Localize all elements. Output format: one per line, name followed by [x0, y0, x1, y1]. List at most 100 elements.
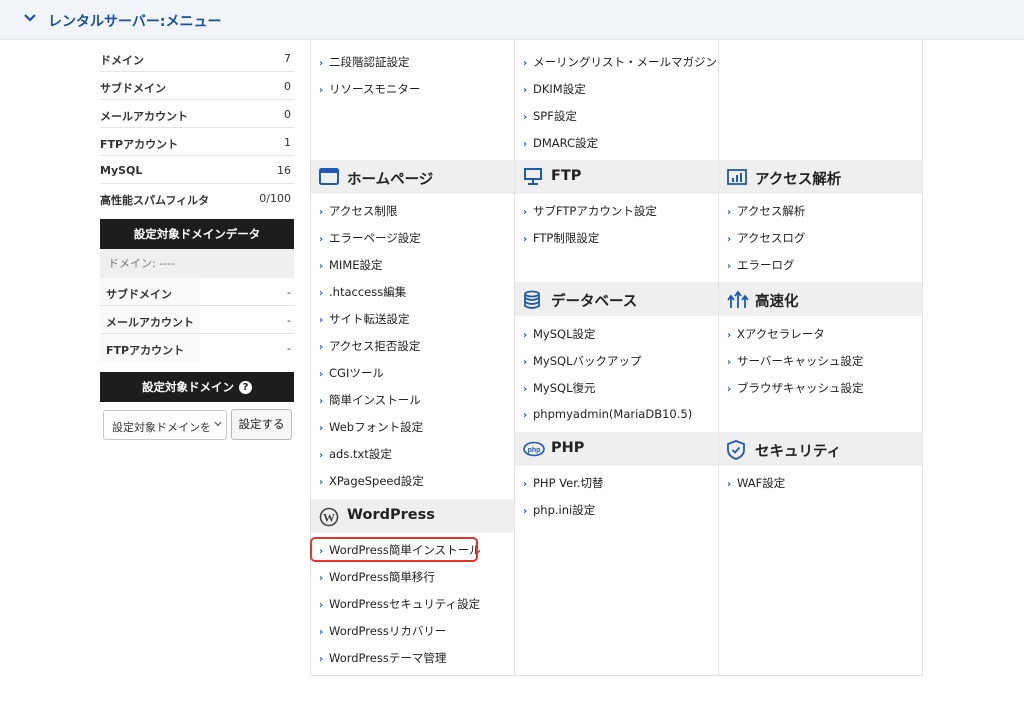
- chevron-down-icon: [24, 14, 36, 22]
- menu-link[interactable]: › MySQLバックアップ: [523, 353, 642, 369]
- stat-value: 0: [284, 80, 291, 93]
- menu-link[interactable]: › サイト転送設定: [319, 311, 410, 327]
- menu-header[interactable]: レンタルサーバー:メニュー: [0, 0, 1024, 40]
- stat-label: サブドメイン: [100, 82, 166, 95]
- menu-link[interactable]: › Webフォント設定: [319, 419, 423, 435]
- stat-label: ドメイン: [100, 54, 144, 67]
- menu-link[interactable]: › ブラウザキャッシュ設定: [727, 380, 864, 396]
- section-title: 高速化: [755, 294, 799, 310]
- menu-link[interactable]: › WordPressリカバリー: [319, 623, 446, 639]
- window-icon: [319, 168, 339, 185]
- stat-row: FTPアカウント 1: [100, 128, 294, 156]
- stat-value: 16: [277, 164, 291, 177]
- menu-link[interactable]: › FTP制限設定: [523, 230, 599, 246]
- php-icon: php: [523, 441, 545, 457]
- target-domain-heading: 設定対象ドメイン?: [100, 372, 294, 402]
- menu-link[interactable]: › DMARC設定: [523, 135, 598, 151]
- menu-link[interactable]: › アクセス拒否設定: [319, 338, 420, 354]
- database-icon: [524, 290, 540, 309]
- stat-value: 1: [284, 136, 291, 149]
- section-security: セキュリティ: [719, 432, 922, 466]
- set-domain-button[interactable]: 設定する: [231, 409, 292, 440]
- stat-row: MySQL 16: [100, 156, 294, 184]
- section-wordpress: W WordPress: [311, 499, 514, 533]
- menu-link[interactable]: › MySQL復元: [523, 380, 596, 396]
- help-icon[interactable]: ?: [239, 381, 252, 394]
- stat-label: 高性能スパムフィルタ: [100, 194, 210, 207]
- menu-link[interactable]: › WordPressセキュリティ設定: [319, 596, 480, 612]
- stat-label: メールアカウント: [100, 110, 188, 123]
- menu-link[interactable]: › Xアクセラレータ: [727, 326, 825, 342]
- section-speed: 高速化: [719, 282, 922, 316]
- menu-link[interactable]: › 簡単インストール: [319, 392, 421, 408]
- menu-link-two-factor[interactable]: › 二段階認証設定: [319, 54, 410, 70]
- domain-data-value: -: [287, 314, 291, 327]
- section-title: PHP: [551, 440, 585, 456]
- menu-column-1: › 二段階認証設定 › リソースモニター ホームページ › アクセス制限 › エラーペー…: [311, 40, 515, 676]
- menu-link[interactable]: › WordPressテーマ管理: [319, 650, 446, 666]
- menu-title: レンタルサーバー:メニュー: [48, 14, 222, 30]
- section-title: セキュリティ: [755, 444, 842, 460]
- select-value: 設定対象ドメインを: [112, 421, 211, 434]
- stat-row: 高性能スパムフィルタ 0/100: [100, 184, 294, 212]
- domain-data-label: サブドメイン: [106, 288, 172, 301]
- menu-link[interactable]: › CGIツール: [319, 365, 384, 381]
- menu-link[interactable]: › メーリングリスト・メールマガジン: [523, 54, 717, 70]
- menu-link[interactable]: › MIME設定: [319, 257, 383, 273]
- section-ftp: FTP: [515, 160, 718, 194]
- stat-value: 0: [284, 108, 291, 121]
- menu-link-resource-monitor[interactable]: › リソースモニター: [319, 81, 420, 97]
- menu-link[interactable]: › XPageSpeed設定: [319, 473, 424, 489]
- stat-value: 0/100: [259, 192, 291, 205]
- bar-chart-icon: [727, 169, 747, 185]
- menu-link[interactable]: › php.ini設定: [523, 502, 595, 518]
- monitor-icon: [524, 168, 542, 185]
- section-title: ホームページ: [347, 172, 434, 188]
- menu-link[interactable]: › サブFTPアカウント設定: [523, 203, 657, 219]
- domain-data-label: FTPアカウント: [106, 344, 185, 357]
- stat-value: 7: [284, 52, 291, 65]
- menu-grid: › 二段階認証設定 › リソースモニター ホームページ › アクセス制限 › エラーペー…: [310, 40, 923, 676]
- menu-link[interactable]: › WordPress簡単移行: [319, 569, 435, 585]
- section-access-analysis: アクセス解析: [719, 160, 922, 194]
- domain-data-label: メールアカウント: [106, 316, 194, 329]
- stat-label: MySQL: [100, 164, 143, 177]
- section-homepage: ホームページ: [311, 160, 514, 194]
- domain-data-value: -: [287, 286, 291, 299]
- menu-link[interactable]: › phpmyadmin(MariaDB10.5): [523, 407, 692, 423]
- section-title: データベース: [551, 294, 638, 310]
- highlight-frame: [310, 537, 478, 562]
- domain-data-row: メールアカウント -: [100, 306, 294, 334]
- menu-link[interactable]: › アクセス解析: [727, 203, 805, 219]
- menu-link[interactable]: › WAF設定: [727, 475, 785, 491]
- stat-label: FTPアカウント: [100, 138, 179, 151]
- menu-link[interactable]: › PHP Ver.切替: [523, 475, 604, 491]
- speed-arrows-icon: [727, 290, 749, 308]
- shield-icon: [727, 440, 745, 460]
- section-title: FTP: [551, 168, 582, 184]
- menu-column-3: アクセス解析 › アクセス解析 › アクセスログ › エラーログ 高速化 › Xアクセラ…: [719, 40, 922, 676]
- menu-column-2: › メーリングリスト・メールマガジン › DKIM設定 › SPF設定 › DMARC設…: [515, 40, 719, 676]
- menu-link[interactable]: › MySQL設定: [523, 326, 596, 342]
- menu-link[interactable]: › ads.txt設定: [319, 446, 392, 462]
- menu-link[interactable]: › アクセス制限: [319, 203, 397, 219]
- menu-link[interactable]: › サーバーキャッシュ設定: [727, 353, 863, 369]
- stat-row: メールアカウント 0: [100, 100, 294, 128]
- stat-row: ドメイン 7: [100, 44, 294, 72]
- svg-text:php: php: [528, 447, 541, 454]
- section-php: php PHP: [515, 432, 718, 466]
- target-domain-select[interactable]: 設定対象ドメインを: [103, 410, 227, 440]
- wordpress-icon: W: [319, 507, 339, 527]
- stat-row: サブドメイン 0: [100, 72, 294, 100]
- menu-link[interactable]: › .htaccess編集: [319, 284, 406, 300]
- menu-link[interactable]: › DKIM設定: [523, 81, 586, 97]
- target-domain-form: 設定対象ドメインを 設定する: [100, 404, 294, 444]
- menu-link[interactable]: › エラーページ設定: [319, 230, 421, 246]
- menu-link[interactable]: › SPF設定: [523, 108, 577, 124]
- selected-domain-line: ドメイン: ----: [100, 249, 294, 278]
- section-database: データベース: [515, 282, 718, 316]
- domain-data-value: -: [287, 342, 291, 355]
- chevron-down-icon: [214, 421, 222, 427]
- menu-link[interactable]: › アクセスログ: [727, 230, 805, 246]
- menu-link[interactable]: › エラーログ: [727, 257, 795, 273]
